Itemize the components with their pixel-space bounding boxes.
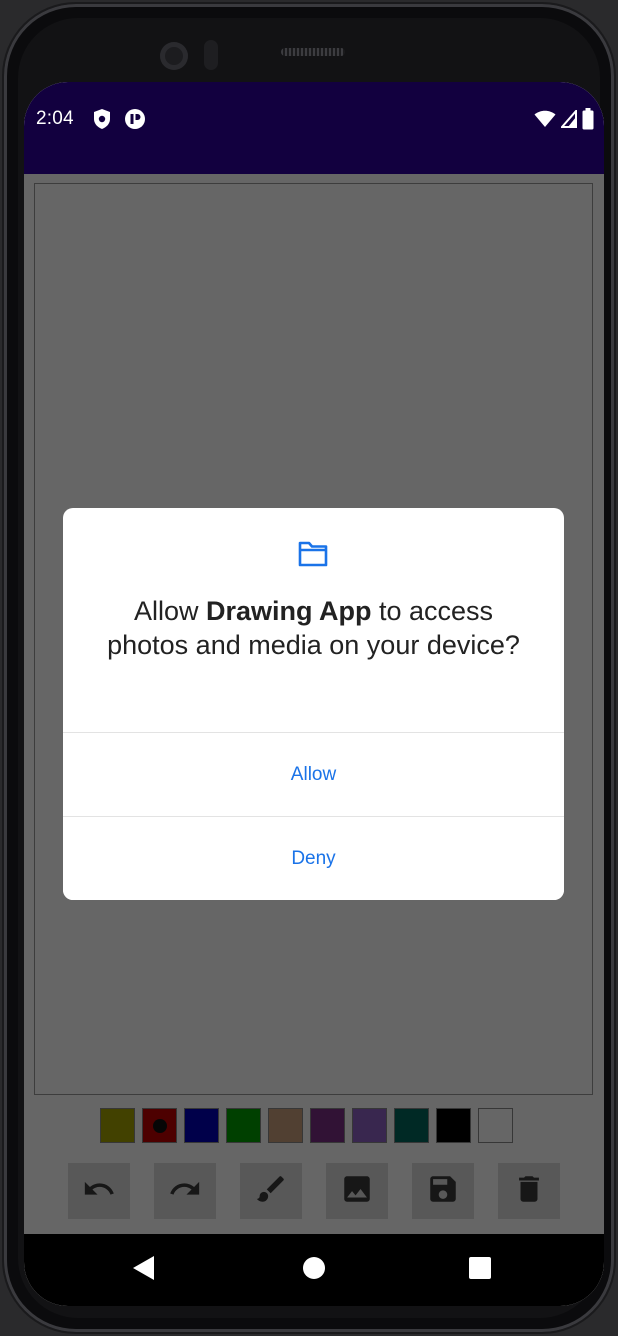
earpiece-speaker: [281, 48, 345, 56]
home-icon: [302, 1256, 326, 1285]
recents-icon: [468, 1256, 492, 1285]
deny-label: Deny: [291, 848, 336, 869]
allow-button[interactable]: Allow: [63, 732, 564, 817]
signal-icon: [559, 108, 577, 133]
deny-button[interactable]: Deny: [63, 816, 564, 900]
phone-frame: 2:04 Allow Drawing App to access photos …: [4, 4, 614, 1332]
allow-label: Allow: [290, 764, 337, 785]
shield-icon: [92, 108, 112, 135]
folder-icon: [297, 540, 329, 573]
device-screen: 2:04 Allow Drawing App to access photos …: [24, 82, 604, 1306]
battery-icon: [582, 108, 594, 135]
app-badge-icon: [124, 108, 146, 135]
message-prefix: Allow: [133, 596, 206, 626]
home-button[interactable]: [274, 1234, 354, 1306]
navigation-bar: [24, 1234, 604, 1306]
proximity-sensor: [204, 40, 218, 70]
front-camera: [160, 42, 188, 70]
back-button[interactable]: [104, 1234, 184, 1306]
permission-dialog: Allow Drawing App to access photos and m…: [63, 508, 564, 900]
wifi-icon: [534, 110, 556, 133]
status-time: 2:04: [36, 108, 74, 129]
recents-button[interactable]: [440, 1234, 520, 1306]
app-name: Drawing App: [205, 596, 372, 626]
permission-message: Allow Drawing App to access photos and m…: [93, 594, 534, 662]
back-icon: [132, 1255, 156, 1286]
status-bar: 2:04: [24, 82, 604, 174]
